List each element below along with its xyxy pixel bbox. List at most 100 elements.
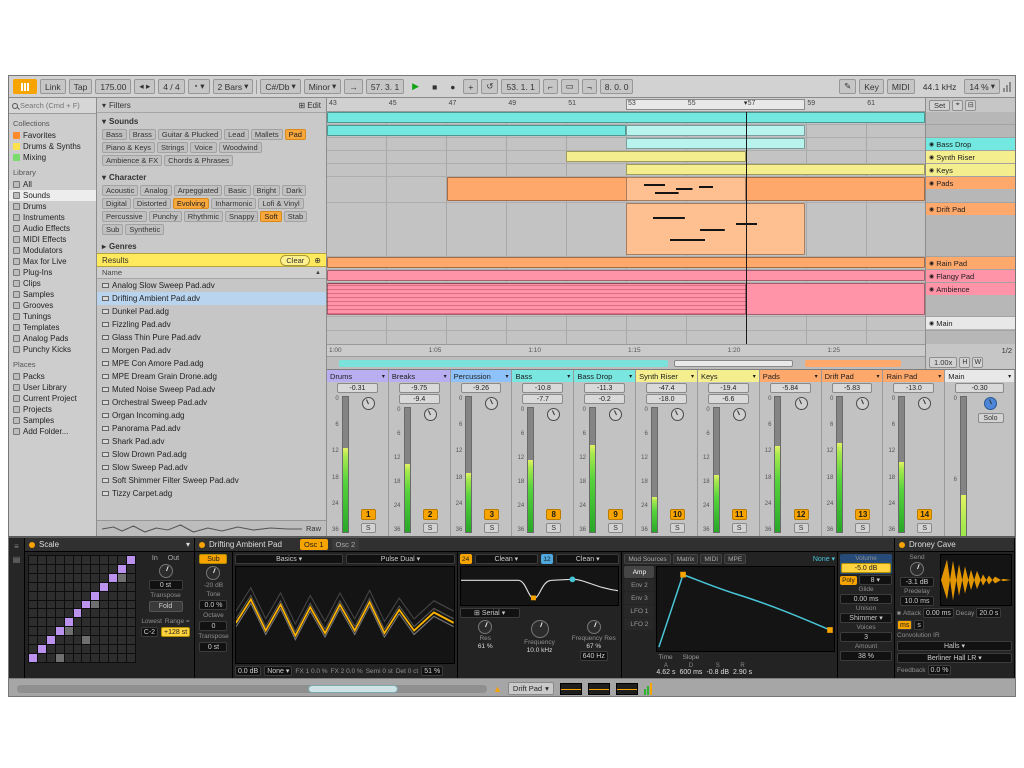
result-item[interactable]: Panorama Pad.adv <box>97 422 326 435</box>
track-number-button[interactable]: 3 <box>484 509 500 520</box>
scale-grid-cell[interactable] <box>55 636 64 645</box>
result-item[interactable]: Dunkel Pad.adg <box>97 305 326 318</box>
sidebar-item-all[interactable]: All <box>9 179 96 190</box>
scale-grid-cell[interactable] <box>29 618 37 627</box>
scale-grid-cell[interactable] <box>73 654 82 662</box>
scale-grid-cell[interactable] <box>82 609 91 618</box>
scale-grid-cell[interactable] <box>29 591 37 600</box>
scale-grid-cell[interactable] <box>55 609 64 618</box>
track-title-keys[interactable]: Keys ▾ <box>697 370 759 382</box>
peak-value[interactable]: -6.6 <box>707 394 749 404</box>
pan-knob[interactable] <box>918 397 932 410</box>
filter-chip-basic[interactable]: Basic <box>224 185 251 196</box>
scale-grid-cell[interactable] <box>100 636 109 645</box>
scale-grid-cell[interactable] <box>29 609 37 618</box>
show-clip-icon[interactable]: ▤ <box>13 555 21 564</box>
arrangement-clip[interactable] <box>327 257 925 268</box>
track-title-percussion[interactable]: Percussion ▾ <box>450 370 512 382</box>
sidebar-item-samples[interactable]: Samples <box>9 289 96 300</box>
arrangement-clip[interactable] <box>626 125 806 136</box>
level-meter[interactable] <box>589 407 596 533</box>
scale-grid-cell[interactable] <box>118 636 127 645</box>
transpose-value[interactable]: 0 st <box>148 580 183 590</box>
scale-grid-cell[interactable] <box>55 618 64 627</box>
volume-value[interactable]: -10.8 <box>522 383 564 393</box>
scale-grid-cell[interactable] <box>127 573 135 582</box>
poly-mode-badge[interactable]: Poly <box>840 575 857 585</box>
fx1-value[interactable]: FX 1 0.0 % <box>295 668 327 675</box>
env-time-toggle[interactable]: Time <box>658 654 672 661</box>
filter-chip-sub[interactable]: Sub <box>102 224 124 235</box>
osc-gain-value[interactable]: 0.0 dB <box>234 666 262 676</box>
filter-chip-woodwind[interactable]: Woodwind <box>218 142 262 153</box>
result-item[interactable]: Drifting Ambient Pad.adv <box>97 292 326 305</box>
volume-value[interactable]: -19.4 <box>707 383 749 393</box>
arrangement-clip[interactable] <box>327 283 746 315</box>
feedback-value[interactable]: 0.0 % <box>927 665 952 675</box>
scale-device-titlebar[interactable]: Scale ▾ <box>25 538 194 552</box>
arrangement-lane[interactable] <box>327 317 925 331</box>
level-meter[interactable] <box>774 396 782 533</box>
filter-chip-stab[interactable]: Stab <box>283 211 308 222</box>
filter-chip-voice[interactable]: Voice <box>190 142 217 153</box>
unison-mode-menu[interactable]: Shimmer ▾ <box>840 613 892 623</box>
scale-grid-cell[interactable] <box>82 556 91 564</box>
glide-value[interactable]: 0.00 ms <box>840 594 892 604</box>
envelope-display[interactable] <box>656 566 836 652</box>
scale-grid-cell[interactable] <box>109 600 118 609</box>
ableton-logo-icon[interactable] <box>13 79 37 94</box>
scale-grid-cell[interactable] <box>127 556 135 564</box>
decay-value[interactable]: 600 ms <box>679 669 702 676</box>
scale-grid-cell[interactable] <box>118 591 127 600</box>
scale-grid-cell[interactable] <box>55 564 64 573</box>
scale-grid-cell[interactable] <box>64 645 73 654</box>
loop-toggle[interactable]: ▭ <box>560 79 579 94</box>
track-header-synth-riser[interactable]: ◉ Synth Riser <box>926 151 1015 163</box>
ms-toggle[interactable]: ms <box>897 620 913 630</box>
scale-grid-cell[interactable] <box>118 645 127 654</box>
mod-tab-matrix[interactable]: Matrix <box>672 554 699 564</box>
scale-grid-cell[interactable] <box>118 564 127 573</box>
loop-length-field[interactable]: 8. 0. 0 <box>599 79 634 94</box>
scale-grid-cell[interactable] <box>46 654 55 662</box>
scale-grid-cell[interactable] <box>109 556 118 564</box>
scale-grid-cell[interactable] <box>29 573 37 582</box>
filter-chip-acoustic[interactable]: Acoustic <box>102 185 139 196</box>
scale-grid-cell[interactable] <box>64 564 73 573</box>
midi-map-toggle[interactable]: MIDI <box>886 79 915 94</box>
filter-chip-strings[interactable]: Strings <box>157 142 189 153</box>
scale-grid-cell[interactable] <box>109 627 118 636</box>
solo-button[interactable]: S <box>484 523 500 533</box>
scale-grid-cell[interactable] <box>109 582 118 591</box>
filter-chip-lead[interactable]: Lead <box>224 129 249 140</box>
scale-grid-cell[interactable] <box>37 609 46 618</box>
res1-knob[interactable] <box>478 620 493 634</box>
scale-grid-cell[interactable] <box>100 600 109 609</box>
scale-grid-cell[interactable] <box>55 582 64 591</box>
scale-grid-cell[interactable] <box>37 573 46 582</box>
track-number-button[interactable]: 14 <box>917 509 933 520</box>
scale-grid-cell[interactable] <box>46 636 55 645</box>
solo-button[interactable]: S <box>855 523 871 533</box>
arrangement-lane[interactable] <box>327 177 925 203</box>
scale-grid-cell[interactable] <box>100 573 109 582</box>
env-slope-toggle[interactable]: Slope <box>683 654 700 661</box>
pan-knob[interactable] <box>423 408 437 421</box>
scale-grid-cell[interactable] <box>127 654 135 662</box>
scale-grid-cell[interactable] <box>73 609 82 618</box>
peak-value[interactable]: -9.4 <box>398 394 440 404</box>
pan-knob[interactable] <box>984 397 998 410</box>
scale-grid-cell[interactable] <box>91 573 100 582</box>
filter-chip-snappy[interactable]: Snappy <box>224 211 259 222</box>
scale-grid-cell[interactable] <box>118 618 127 627</box>
filter-chip-dark[interactable]: Dark <box>282 185 306 196</box>
scrollbar-handle[interactable] <box>308 684 399 693</box>
scale-grid-cell[interactable] <box>118 627 127 636</box>
scale-grid-cell[interactable] <box>64 556 73 564</box>
scale-grid-cell[interactable] <box>109 591 118 600</box>
octave-value[interactable]: 0 <box>199 621 228 631</box>
scale-grid-cell[interactable] <box>46 573 55 582</box>
scale-grid-cell[interactable] <box>46 618 55 627</box>
res2-knob[interactable] <box>586 620 601 634</box>
scale-grid-cell[interactable] <box>46 582 55 591</box>
